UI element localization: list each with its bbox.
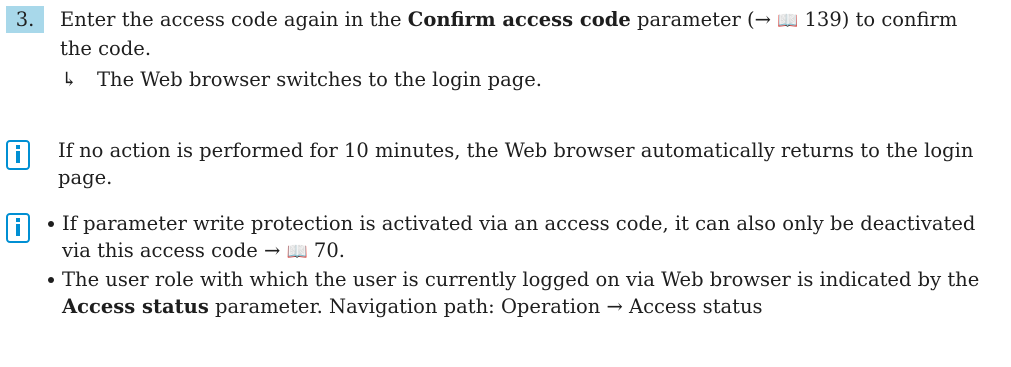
book-icon: 📖 [286,242,308,262]
book-icon: 📖 [777,11,799,31]
note-bullet-list: If parameter write protection is activat… [46,210,996,320]
step-text: Enter the access code again in the Confi… [60,6,990,62]
note-timeout: If no action is performed for 10 minutes… [58,139,974,189]
step-text-middle: parameter (→ [630,8,778,31]
step-number: 3. [6,6,44,33]
step-text-before: Enter the access code again in the [60,8,408,31]
page-reference[interactable]: 139 [798,8,842,31]
info-icon [6,140,30,170]
list-item: If parameter write protection is activat… [46,210,996,266]
page-reference[interactable]: 70. [308,239,345,262]
document-page: 3. Enter the access code again in the Co… [0,0,1011,367]
bullet2-text-before: The user role with which the user is cur… [62,268,980,291]
list-item: The user role with which the user is cur… [46,266,996,320]
confirm-access-code-param: Confirm access code [407,8,631,31]
step-result: ↳ The Web browser switches to the login p… [61,66,991,93]
access-status-param: Access status [62,295,209,318]
bullet1-text: If parameter write protection is activat… [62,212,976,262]
info-icon [6,213,30,243]
result-arrow-icon: ↳ [61,68,78,91]
bullet2-text-after: parameter. Navigation path: Operation → … [208,295,763,318]
result-text: The Web browser switches to the login pa… [97,68,542,91]
